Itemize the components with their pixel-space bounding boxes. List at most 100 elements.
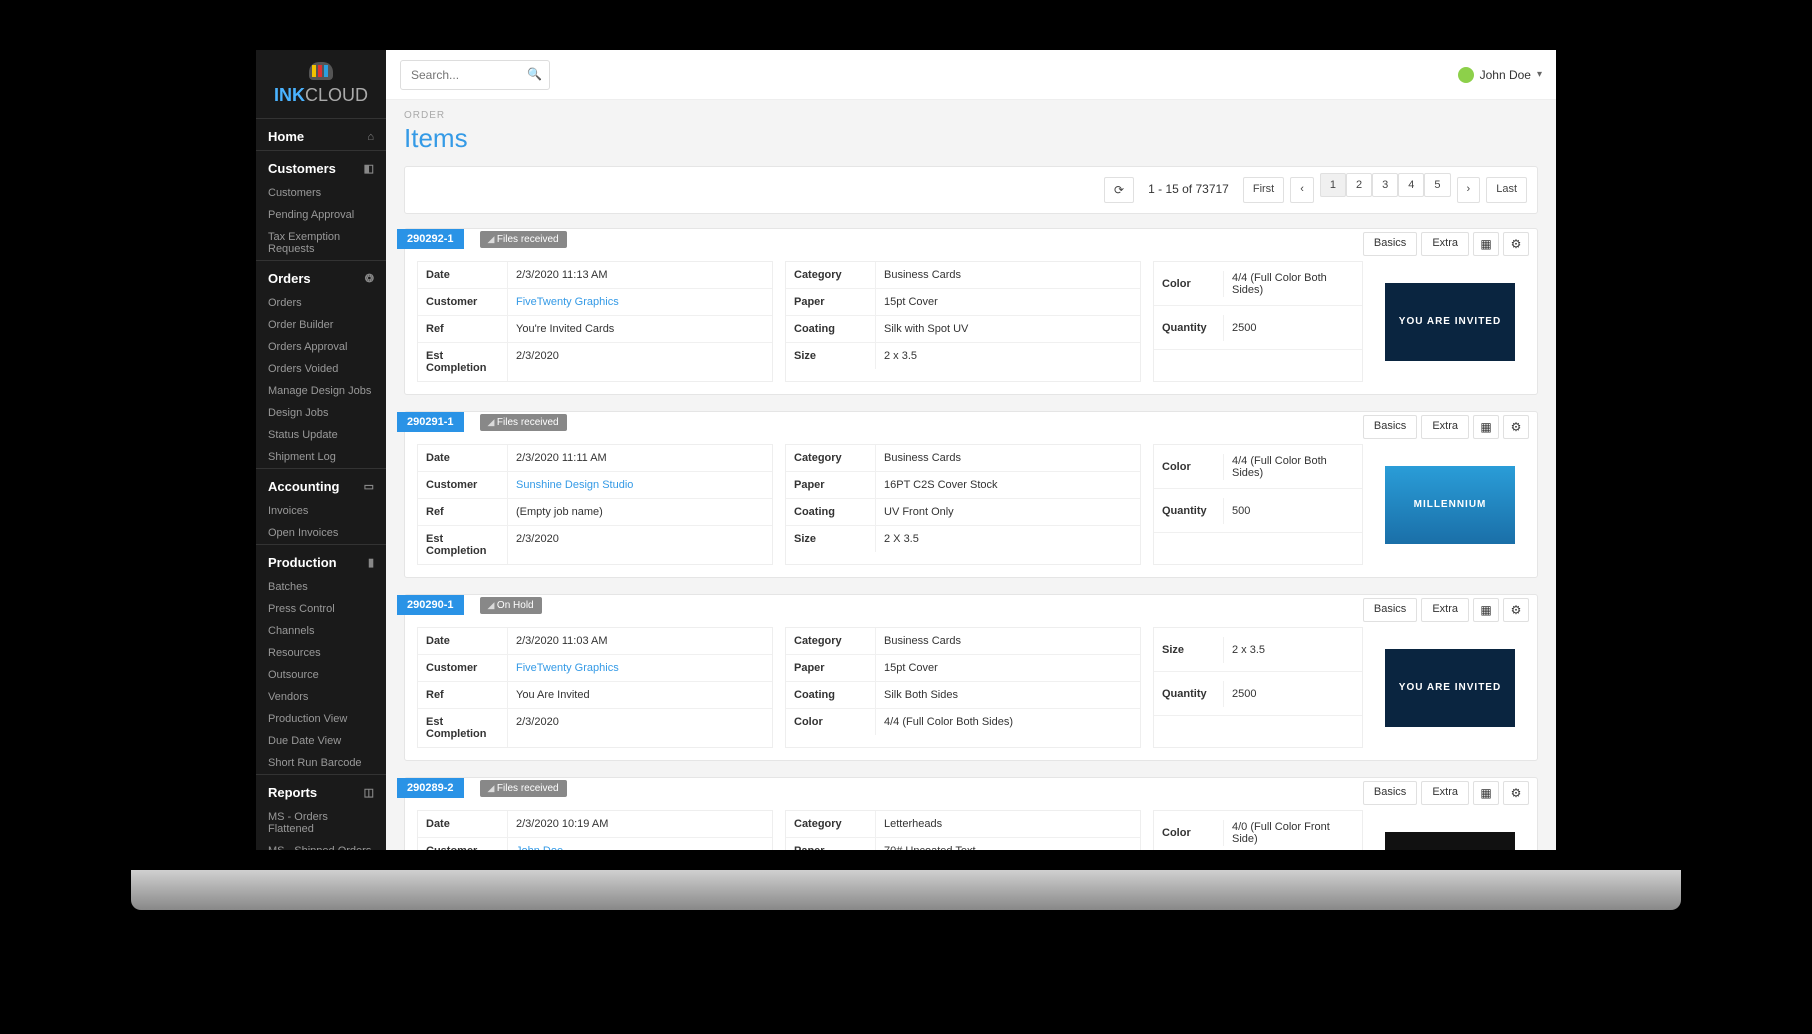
section-icon: ◫ xyxy=(364,786,374,799)
thumbnail[interactable]: YOU ARE INVITED xyxy=(1375,627,1525,748)
order-id-flag[interactable]: 290292-1 xyxy=(397,229,464,249)
nav-item[interactable]: Short Run Barcode xyxy=(256,752,386,774)
nav-item[interactable]: Resources xyxy=(256,642,386,664)
main-area: 🔍 John Doe ▾ ORDER Items ⟳ 1 - 15 of 737… xyxy=(386,50,1556,850)
pager-first[interactable]: First xyxy=(1243,177,1284,203)
nav-item[interactable]: Tax Exemption Requests xyxy=(256,226,386,260)
pager-page[interactable]: 5 xyxy=(1424,173,1450,197)
nav-item[interactable]: Manage Design Jobs xyxy=(256,380,386,402)
pager-page[interactable]: 4 xyxy=(1398,173,1424,197)
data-row: Color4/4 (Full Color Both Sides) xyxy=(1154,262,1362,306)
nav-head-customers[interactable]: Customers◧ xyxy=(256,151,386,182)
data-row: Date2/3/2020 11:11 AM xyxy=(418,445,772,472)
search-icon[interactable]: 🔍 xyxy=(527,67,542,81)
status-badge: Files received xyxy=(480,231,567,248)
user-menu[interactable]: John Doe ▾ xyxy=(1458,67,1542,83)
data-row: CustomerJohn Doe xyxy=(418,838,772,850)
content: ORDER Items ⟳ 1 - 15 of 73717 First ‹ 12… xyxy=(386,100,1556,850)
status-badge: Files received xyxy=(480,414,567,431)
nav-item[interactable]: Outsource xyxy=(256,664,386,686)
sidebar: INKCLOUD Home⌂Customers◧CustomersPending… xyxy=(256,50,386,850)
order-card: BasicsExtra▦⚙290291-1Files receivedDate2… xyxy=(404,411,1538,578)
data-row: CustomerFiveTwenty Graphics xyxy=(418,289,772,316)
data-row: Size2 X 3.5 xyxy=(786,526,1140,552)
pager-last[interactable]: Last xyxy=(1486,177,1527,203)
pager-page[interactable]: 1 xyxy=(1320,173,1346,197)
nav-item[interactable]: Production View xyxy=(256,708,386,730)
order-id-flag[interactable]: 290289-2 xyxy=(397,778,464,798)
nav-head-reports[interactable]: Reports◫ xyxy=(256,775,386,806)
data-row: RefYou're Invited Cards xyxy=(418,316,772,343)
nav-item[interactable]: MS - Orders Flattened xyxy=(256,806,386,840)
nav-item[interactable]: Due Date View xyxy=(256,730,386,752)
nav-item[interactable]: Pending Approval xyxy=(256,204,386,226)
section-icon: ❂ xyxy=(365,272,374,285)
nav-item[interactable]: Orders Voided xyxy=(256,358,386,380)
order-id-flag[interactable]: 290291-1 xyxy=(397,412,464,432)
section-icon: ◧ xyxy=(364,162,374,175)
nav-item[interactable]: Open Invoices xyxy=(256,522,386,544)
data-row: Est Completion2/3/2020 xyxy=(418,709,772,747)
order-id-flag[interactable]: 290290-1 xyxy=(397,595,464,615)
nav-item[interactable]: Vendors xyxy=(256,686,386,708)
data-row: CoatingSilk with Spot UV xyxy=(786,316,1140,343)
thumbnail[interactable] xyxy=(1375,810,1525,850)
breadcrumb: ORDER xyxy=(404,110,1538,121)
data-row: CustomerFiveTwenty Graphics xyxy=(418,655,772,682)
nav-item[interactable]: Shipment Log xyxy=(256,446,386,468)
nav-item[interactable]: Customers xyxy=(256,182,386,204)
customer-link[interactable]: FiveTwenty Graphics xyxy=(516,662,619,674)
data-row: Quantity500 xyxy=(1154,489,1362,533)
data-row: Date2/3/2020 10:19 AM xyxy=(418,811,772,838)
data-row: Ref(Empty job name) xyxy=(418,499,772,526)
nav-item[interactable]: Orders xyxy=(256,292,386,314)
data-row: Paper16PT C2S Cover Stock xyxy=(786,472,1140,499)
nav-head-orders[interactable]: Orders❂ xyxy=(256,261,386,292)
data-row: Color4/4 (Full Color Both Sides) xyxy=(1154,445,1362,489)
pager-next[interactable]: › xyxy=(1457,177,1481,203)
refresh-icon[interactable]: ⟳ xyxy=(1104,177,1134,203)
data-row: Date2/3/2020 11:13 AM xyxy=(418,262,772,289)
nav-item[interactable]: Design Jobs xyxy=(256,402,386,424)
data-row: Quantity2500 xyxy=(1154,672,1362,716)
data-row: Color4/0 (Full Color Front Side) xyxy=(1154,811,1362,850)
pager-page[interactable]: 3 xyxy=(1372,173,1398,197)
status-badge: Files received xyxy=(480,780,567,797)
section-icon: ▭ xyxy=(364,480,374,493)
nav-item[interactable]: Press Control xyxy=(256,598,386,620)
pagination-bar: ⟳ 1 - 15 of 73717 First ‹ 12345 › Last xyxy=(404,166,1538,214)
thumbnail[interactable]: MILLENNIUM xyxy=(1375,444,1525,565)
data-row: CoatingSilk Both Sides xyxy=(786,682,1140,709)
order-card: BasicsExtra▦⚙290290-1On HoldDate2/3/2020… xyxy=(404,594,1538,761)
thumbnail[interactable]: YOU ARE INVITED xyxy=(1375,261,1525,382)
nav-head-home[interactable]: Home⌂ xyxy=(256,119,386,150)
nav-item[interactable]: Order Builder xyxy=(256,314,386,336)
data-row: CustomerSunshine Design Studio xyxy=(418,472,772,499)
customer-link[interactable]: FiveTwenty Graphics xyxy=(516,296,619,308)
data-row: Quantity2500 xyxy=(1154,306,1362,350)
logo-icon xyxy=(309,62,333,80)
nav-head-accounting[interactable]: Accounting▭ xyxy=(256,469,386,500)
nav-item[interactable]: Batches xyxy=(256,576,386,598)
nav-head-production[interactable]: Production▮ xyxy=(256,545,386,576)
data-row: CategoryBusiness Cards xyxy=(786,262,1140,289)
pager-prev[interactable]: ‹ xyxy=(1290,177,1314,203)
nav-item[interactable]: MS - Shipped Orders Flattened xyxy=(256,840,386,850)
page-title: Items xyxy=(404,123,1538,154)
data-row: Size2 x 3.5 xyxy=(1154,628,1362,672)
nav-item[interactable]: Channels xyxy=(256,620,386,642)
data-row: Color4/4 (Full Color Both Sides) xyxy=(786,709,1140,735)
brand-logo[interactable]: INKCLOUD xyxy=(256,50,386,118)
nav-item[interactable]: Invoices xyxy=(256,500,386,522)
customer-link[interactable]: John Doe xyxy=(516,845,563,850)
nav-item[interactable]: Status Update xyxy=(256,424,386,446)
data-row: Paper15pt Cover xyxy=(786,655,1140,682)
nav-item[interactable]: Orders Approval xyxy=(256,336,386,358)
section-icon: ▮ xyxy=(368,556,374,569)
pager-page[interactable]: 2 xyxy=(1346,173,1372,197)
customer-link[interactable]: Sunshine Design Studio xyxy=(516,479,633,491)
search-box: 🔍 xyxy=(400,60,550,90)
topbar: 🔍 John Doe ▾ xyxy=(386,50,1556,100)
data-row: Date2/3/2020 11:03 AM xyxy=(418,628,772,655)
data-row: Paper70# Uncoated Text xyxy=(786,838,1140,850)
